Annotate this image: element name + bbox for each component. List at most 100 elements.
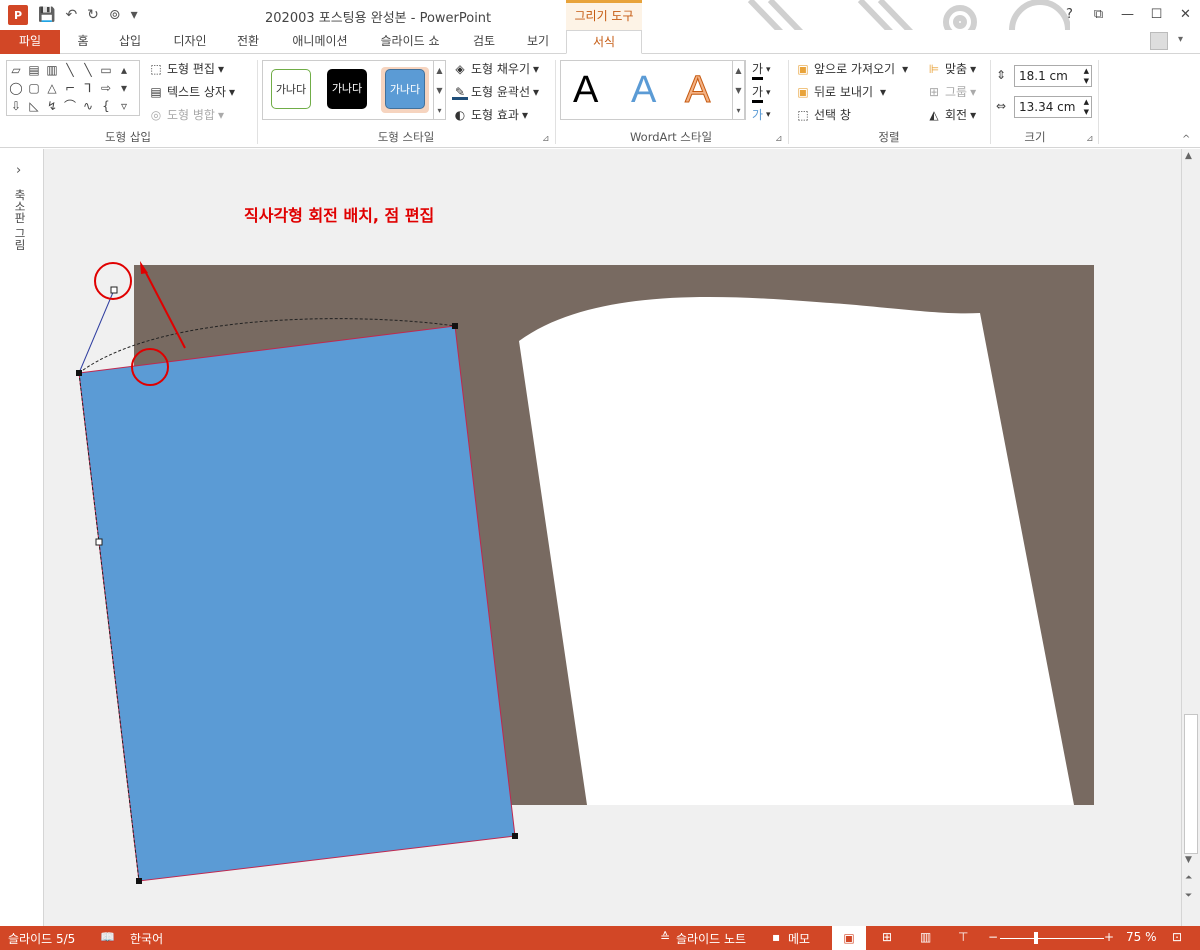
tab-animations[interactable]: 애니메이션 (280, 30, 360, 54)
line-icon[interactable]: ╲ (61, 61, 79, 79)
previous-slide-icon[interactable]: ⏶ (1185, 873, 1192, 883)
zoom-level[interactable]: 75 % (1126, 930, 1157, 944)
flowchart-icon[interactable]: ◺ (25, 97, 43, 115)
customize-qat-icon[interactable]: ▾ (131, 5, 138, 25)
text-fill-button[interactable]: 가 ▾ (752, 60, 771, 80)
slide-sorter-view-icon[interactable]: ⊞ (882, 930, 892, 944)
wordart-style-blue[interactable]: A (631, 67, 656, 113)
curve-icon[interactable]: ∿ (79, 97, 97, 115)
comments-button[interactable]: 메모 (788, 930, 810, 947)
tab-home[interactable]: 홈 (66, 30, 100, 54)
fit-slide-icon[interactable]: ⊡ (1172, 930, 1182, 944)
textbox-shape-icon[interactable]: ▤ (25, 61, 43, 79)
vertex-handle-bottom-right[interactable] (512, 833, 518, 839)
triangle-icon[interactable]: △ (43, 79, 61, 97)
elbow-connector-icon[interactable]: ⌐ (61, 79, 79, 97)
zoom-in-icon[interactable]: + (1104, 930, 1114, 944)
rotate-button[interactable]: ◭ 회전 ▾ (926, 106, 976, 123)
shape-style-gallery[interactable]: 가나다 가나다 가나다 (262, 60, 446, 120)
shape-style-swatch-dark[interactable]: 가나다 (327, 69, 367, 109)
tab-transitions[interactable]: 전환 (226, 30, 270, 54)
zoom-out-icon[interactable]: − (988, 930, 998, 944)
vertex-handle-top-left[interactable] (76, 370, 82, 376)
edit-handle-midpoint[interactable] (95, 538, 103, 546)
wordart-gallery[interactable]: A A A (560, 60, 746, 120)
language-indicator[interactable]: 한국어 (130, 930, 163, 947)
maximize-button[interactable]: ☐ (1142, 0, 1171, 30)
style-gallery-scroll[interactable]: ▲ ▼ ▾ (433, 60, 446, 120)
help-button[interactable]: ? (1055, 0, 1084, 30)
arc-icon[interactable]: ⌒ (61, 97, 79, 115)
normal-view-icon[interactable]: ▣ (832, 926, 866, 950)
reading-view-icon[interactable]: ▥ (920, 930, 931, 944)
wordart-style-orange[interactable]: A (684, 67, 710, 113)
shape-gallery[interactable]: ▱ ▤ ▥ ╲ ╲ ▭ ▴ ◯ ▢ △ ⌐ ⅂ ⇨ ▾ ⇩ ◺ ↯ ⌒ ∿{▿ (6, 60, 140, 116)
shape-effects-button[interactable]: ◐ 도형 효과 ▾ (452, 106, 528, 123)
tab-format[interactable]: 서식 (566, 30, 642, 54)
right-arrow-icon[interactable]: ⇨ (97, 79, 115, 97)
user-avatar[interactable] (1150, 32, 1168, 50)
group-button[interactable]: ⊞ 그룹 ▾ (926, 83, 976, 100)
dialog-launcher-icon[interactable]: ⊿ (542, 134, 550, 144)
next-slide-icon[interactable]: ⏷ (1185, 891, 1192, 901)
edit-shape-button[interactable]: ⬚ 도형 편집 ▾ (148, 60, 224, 77)
wordart-style-black[interactable]: A (573, 67, 598, 113)
parallelogram-icon[interactable]: ▱ (7, 61, 25, 79)
dialog-launcher-icon[interactable]: ⊿ (1086, 134, 1094, 144)
save-icon[interactable]: 💾 (38, 5, 55, 25)
tab-review[interactable]: 검토 (462, 30, 506, 54)
slideshow-view-icon[interactable]: ⊤ (958, 930, 968, 944)
shape-width-input[interactable]: 13.34 cm ▲ ▼ (1014, 96, 1092, 118)
shape-style-swatch-blue[interactable]: 가나다 (385, 69, 425, 109)
tab-file[interactable]: 파일 (0, 30, 60, 54)
brace-icon[interactable]: { (97, 97, 115, 115)
gallery-more-icon[interactable]: ▿ (115, 97, 133, 115)
text-outline-button[interactable]: 가 ▾ (752, 83, 771, 103)
zoom-slider-thumb[interactable] (1034, 932, 1038, 944)
text-effects-button[interactable]: 가 ▾ (752, 106, 771, 123)
minimize-button[interactable]: — (1113, 0, 1142, 30)
zoom-slider-track[interactable] (1000, 938, 1104, 939)
text-box-button[interactable]: ▤ 텍스트 상자 ▾ (148, 83, 235, 100)
thumbnail-pane-label[interactable]: 축소판 그림 (12, 189, 28, 250)
wordart-gallery-scroll[interactable]: ▲ ▼ ▾ (732, 60, 745, 120)
tab-view[interactable]: 보기 (516, 30, 560, 54)
spinner-icon[interactable]: ▲ ▼ (1084, 66, 1089, 86)
vertical-scrollbar[interactable]: ▲ ▼ ⏶ ⏷ (1181, 149, 1200, 926)
merge-shapes-button[interactable]: ◎ 도형 병합 ▾ (148, 106, 224, 123)
curved-connector-icon[interactable]: ⅂ (79, 79, 97, 97)
gallery-up-icon[interactable]: ▴ (115, 61, 133, 79)
bezier-handle-point[interactable] (110, 286, 118, 294)
tab-slideshow[interactable]: 슬라이드 쇼 (370, 30, 450, 54)
shape-outline-button[interactable]: ✎ 도형 윤곽선 ▾ (452, 83, 539, 100)
shape-style-swatch-outline[interactable]: 가나다 (271, 69, 311, 109)
undo-icon[interactable]: ↶ (65, 5, 77, 25)
send-backward-button[interactable]: ▣ 뒤로 보내기 ▾ (795, 83, 886, 100)
white-paper-shape[interactable] (519, 296, 1074, 805)
spinner-icon[interactable]: ▲ ▼ (1084, 97, 1089, 117)
ribbon-display-options-button[interactable]: ⧉ (1084, 0, 1113, 30)
start-presentation-icon[interactable]: ⊚ (109, 5, 121, 25)
slide-notes-button[interactable]: 슬라이드 노트 (676, 930, 746, 947)
rectangle-icon[interactable]: ▭ (97, 61, 115, 79)
shape-height-input[interactable]: 18.1 cm ▲ ▼ (1014, 65, 1092, 87)
shape-fill-button[interactable]: ◈ 도형 채우기 ▾ (452, 60, 539, 77)
vertex-handle-bottom-left[interactable] (136, 878, 142, 884)
rotated-blue-rectangle[interactable] (78, 325, 516, 882)
close-button[interactable]: ✕ (1171, 0, 1200, 30)
scroll-down-icon[interactable]: ▼ (1185, 855, 1192, 865)
freeform-icon[interactable]: ↯ (43, 97, 61, 115)
align-button[interactable]: ⊫ 맞춤 ▾ (926, 60, 976, 77)
redo-icon[interactable]: ↻ (87, 5, 99, 25)
scroll-up-icon[interactable]: ▲ (1185, 151, 1192, 161)
tab-design[interactable]: 디자인 (162, 30, 218, 54)
expand-pane-icon[interactable]: › (16, 163, 21, 178)
line2-icon[interactable]: ╲ (79, 61, 97, 79)
account-chevron-down-icon[interactable]: ▾ (1178, 34, 1183, 45)
collapse-ribbon-icon[interactable]: ^ (1182, 134, 1190, 145)
selection-pane-button[interactable]: ⬚ 선택 창 (795, 106, 851, 123)
dialog-launcher-icon[interactable]: ⊿ (775, 134, 783, 144)
down-arrow-icon[interactable]: ⇩ (7, 97, 25, 115)
bring-forward-button[interactable]: ▣ 앞으로 가져오기 ▾ (795, 60, 908, 77)
tab-insert[interactable]: 삽입 (110, 30, 150, 54)
